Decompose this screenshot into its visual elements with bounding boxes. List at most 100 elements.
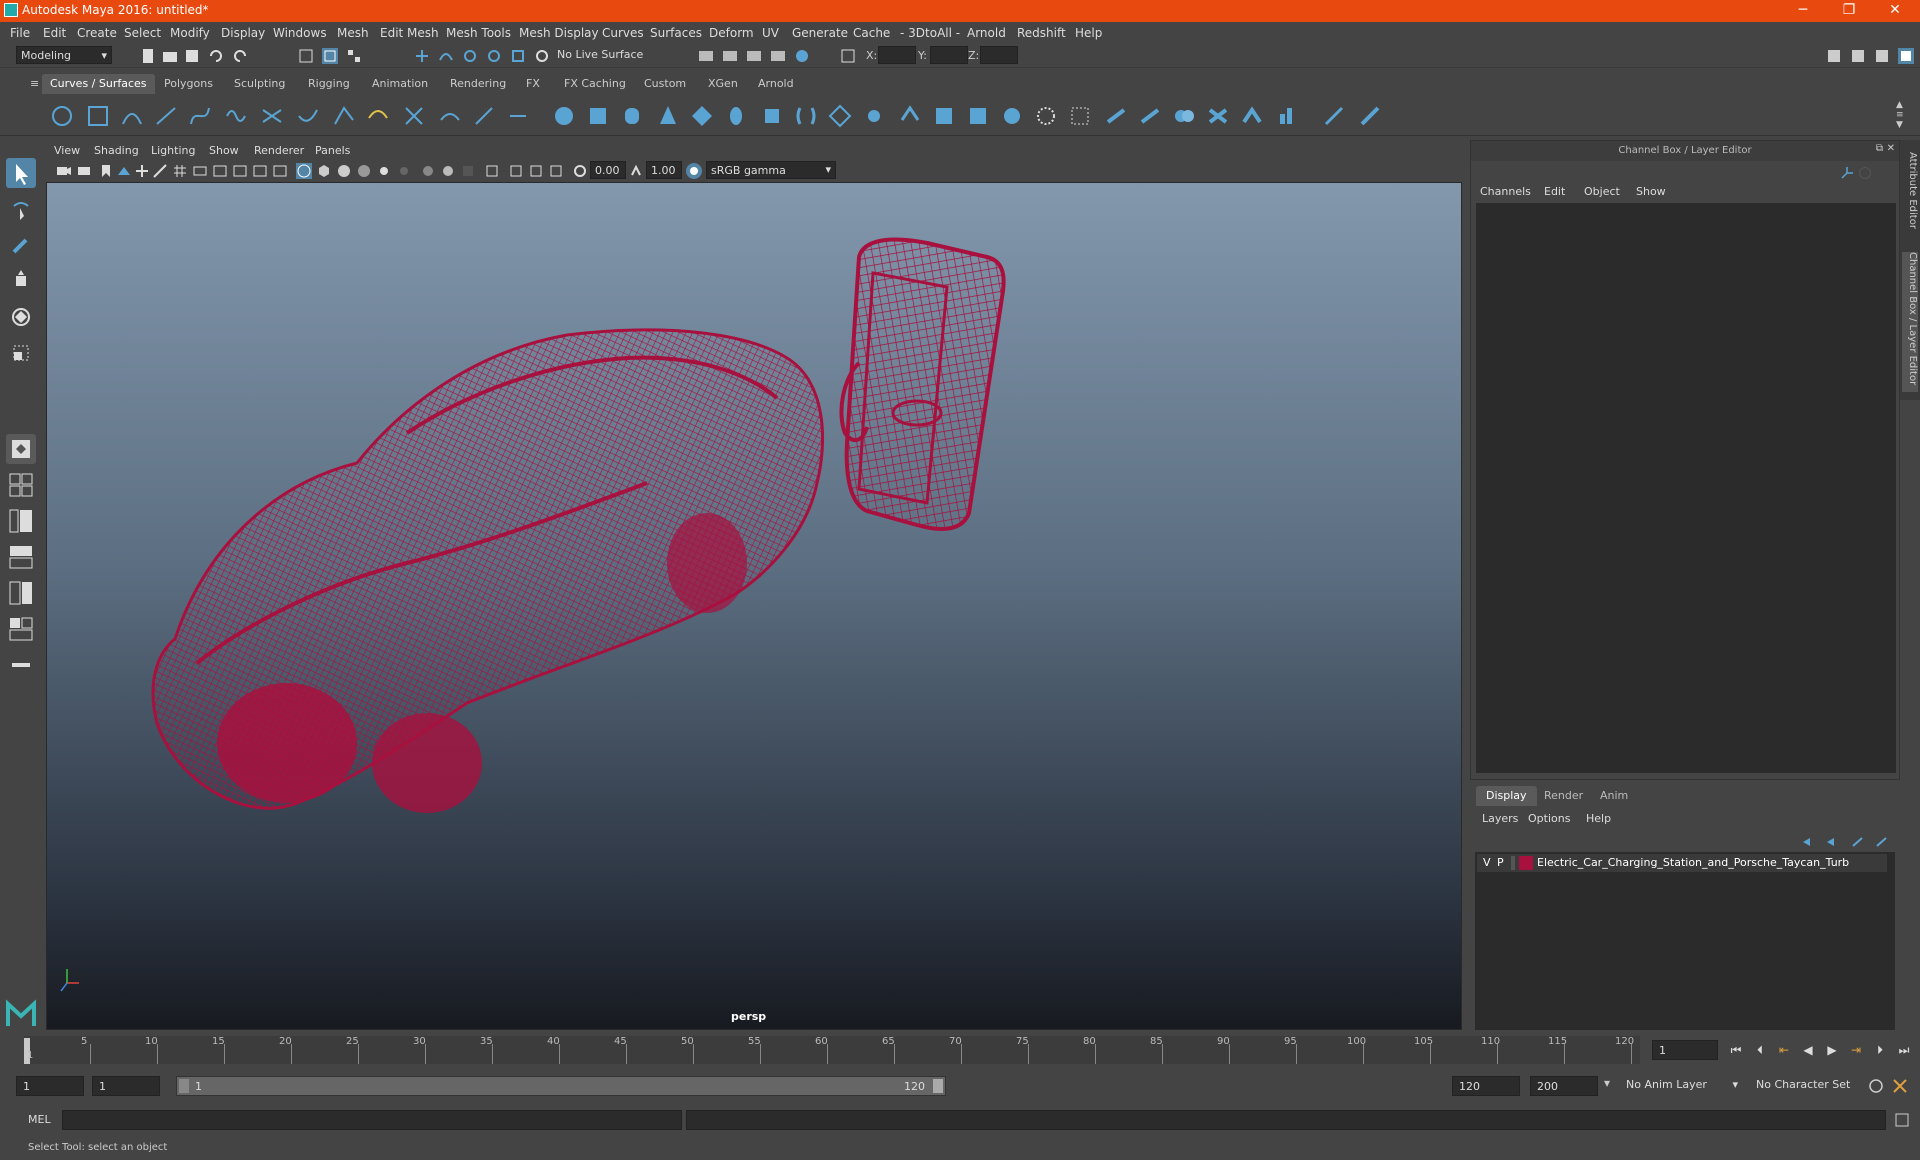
film-gate-icon[interactable] <box>192 163 208 179</box>
nurbs-torus-icon[interactable] <box>724 104 748 128</box>
four-view-layout-icon[interactable] <box>6 470 36 500</box>
isolate-select-icon[interactable] <box>484 163 500 179</box>
range-end-handle[interactable] <box>933 1079 943 1093</box>
boundary-icon[interactable] <box>932 104 956 128</box>
rebuild-curve-icon[interactable] <box>506 104 530 128</box>
tab-rigging[interactable]: Rigging <box>300 74 358 94</box>
tab-animation[interactable]: Animation <box>364 74 436 94</box>
detach-curves-icon[interactable] <box>332 104 356 128</box>
tab-curves-surfaces[interactable]: Curves / Surfaces <box>42 74 155 94</box>
lasso-tool-icon[interactable] <box>6 196 36 226</box>
tab-sculpting[interactable]: Sculpting <box>226 74 293 94</box>
nurbs-plane-icon[interactable] <box>690 104 714 128</box>
layer-menu-help[interactable]: Help <box>1586 812 1611 825</box>
render-settings-icon[interactable] <box>770 48 786 64</box>
go-to-start-icon[interactable]: ⏮ <box>1728 1042 1744 1058</box>
smooth-shade-icon[interactable] <box>316 163 332 179</box>
restore-button[interactable]: ❐ <box>1826 0 1872 22</box>
menu-mesh-display[interactable]: Mesh Display <box>519 26 599 40</box>
gamma-icon[interactable] <box>628 163 644 179</box>
safe-action-icon[interactable] <box>272 163 288 179</box>
menu-select[interactable]: Select <box>124 26 161 40</box>
menu-arnold[interactable]: Arnold <box>967 26 1006 40</box>
select-camera-icon[interactable] <box>56 163 72 179</box>
select-hierarchy-icon[interactable] <box>298 48 314 64</box>
anti-aliasing-icon[interactable] <box>460 163 476 179</box>
gate-mask-icon[interactable] <box>232 163 248 179</box>
menu-mesh[interactable]: Mesh <box>337 26 369 40</box>
surface-editing-icon[interactable] <box>1358 104 1382 128</box>
animation-end-field[interactable]: 200 <box>1530 1076 1598 1096</box>
attach-curves-icon[interactable] <box>296 104 320 128</box>
exposure-icon[interactable] <box>572 163 588 179</box>
playback-start-field[interactable]: 1 <box>92 1076 160 1096</box>
save-scene-icon[interactable] <box>184 48 200 64</box>
play-backwards-icon[interactable]: ◀ <box>1800 1042 1816 1058</box>
menu-uv[interactable]: UV <box>762 26 779 40</box>
detach-surfaces-icon[interactable] <box>1206 104 1230 128</box>
menu-help[interactable]: Help <box>1075 26 1102 40</box>
script-language-toggle[interactable]: MEL <box>28 1113 51 1126</box>
menu-file[interactable]: File <box>10 26 30 40</box>
menu-create[interactable]: Create <box>77 26 117 40</box>
tab-display[interactable]: Display <box>1476 786 1537 806</box>
exposure-field[interactable]: 0.00 <box>590 161 626 179</box>
tab-arnold[interactable]: Arnold <box>750 74 802 94</box>
grease-pencil-icon[interactable] <box>152 163 168 179</box>
play-forwards-icon[interactable]: ▶ <box>1824 1042 1840 1058</box>
channel-list-area[interactable] <box>1476 203 1896 773</box>
layer-type-toggle[interactable] <box>1511 856 1515 870</box>
menu-edit[interactable]: Edit <box>43 26 66 40</box>
menu-curves[interactable]: Curves <box>602 26 644 40</box>
color-space-dropdown[interactable]: sRGB gamma ▾ <box>706 161 836 179</box>
paint-select-tool-icon[interactable] <box>6 230 36 260</box>
menu-edit-mesh[interactable]: Edit Mesh <box>380 26 439 40</box>
current-frame-field[interactable]: 1 <box>1652 1040 1718 1060</box>
xray-icon[interactable] <box>508 163 524 179</box>
move-tool-icon[interactable] <box>6 266 36 296</box>
tab-custom[interactable]: Custom <box>636 74 694 94</box>
viewport-menu-show[interactable]: Show <box>209 144 239 157</box>
redo-icon[interactable] <box>232 48 248 64</box>
viewport-menu-lighting[interactable]: Lighting <box>151 144 195 157</box>
wireframe-icon[interactable] <box>296 163 312 179</box>
animation-preferences-icon[interactable] <box>1892 1078 1908 1094</box>
ipr-render-icon[interactable] <box>746 48 762 64</box>
project-curve-icon[interactable] <box>1034 104 1058 128</box>
close-button[interactable]: ✕ <box>1872 0 1918 22</box>
new-empty-layer-icon[interactable] <box>1850 834 1866 850</box>
wireframe-on-shaded-icon[interactable] <box>336 163 352 179</box>
image-plane-icon[interactable] <box>116 163 132 179</box>
minimize-button[interactable]: ─ <box>1780 0 1826 22</box>
viewport-menu-shading[interactable]: Shading <box>94 144 139 157</box>
playback-end-field[interactable]: 120 <box>1452 1076 1520 1096</box>
tab-xgen[interactable]: XGen <box>700 74 746 94</box>
untrim-icon[interactable] <box>1138 104 1162 128</box>
menu-redshift[interactable]: Redshift <box>1017 26 1066 40</box>
pencil-curve-icon[interactable] <box>224 104 248 128</box>
outliner-toggle-icon[interactable] <box>6 650 36 680</box>
menu-deform[interactable]: Deform <box>709 26 754 40</box>
new-scene-icon[interactable] <box>140 48 156 64</box>
render-view-icon[interactable] <box>698 48 714 64</box>
hypershade-layout-icon[interactable] <box>6 578 36 608</box>
scale-tool-icon[interactable] <box>6 338 36 368</box>
channel-box-toggle-icon[interactable] <box>1898 48 1914 64</box>
tab-attribute-editor[interactable]: Attribute Editor <box>1902 152 1918 242</box>
script-editor-icon[interactable] <box>1894 1112 1910 1128</box>
xray-active-components-icon[interactable] <box>528 163 544 179</box>
intersect-icon[interactable] <box>1068 104 1092 128</box>
animation-start-field[interactable]: 1 <box>16 1076 84 1096</box>
float-panel-icon[interactable]: ⧉ <box>1876 143 1883 154</box>
viewport-menu-panels[interactable]: Panels <box>315 144 350 157</box>
render-current-frame-icon[interactable] <box>722 48 738 64</box>
viewport-menu-renderer[interactable]: Renderer <box>254 144 304 157</box>
grid-toggle-icon[interactable] <box>172 163 188 179</box>
range-start-handle[interactable] <box>179 1079 189 1093</box>
field-chart-icon[interactable] <box>252 163 268 179</box>
persp-outliner-layout-icon[interactable] <box>6 506 36 536</box>
step-forward-frame-icon[interactable]: ⏵ <box>1872 1042 1888 1058</box>
nurbs-square-icon[interactable] <box>86 104 110 128</box>
tab-fx[interactable]: FX <box>518 74 548 94</box>
color-management-icon[interactable] <box>686 163 702 179</box>
